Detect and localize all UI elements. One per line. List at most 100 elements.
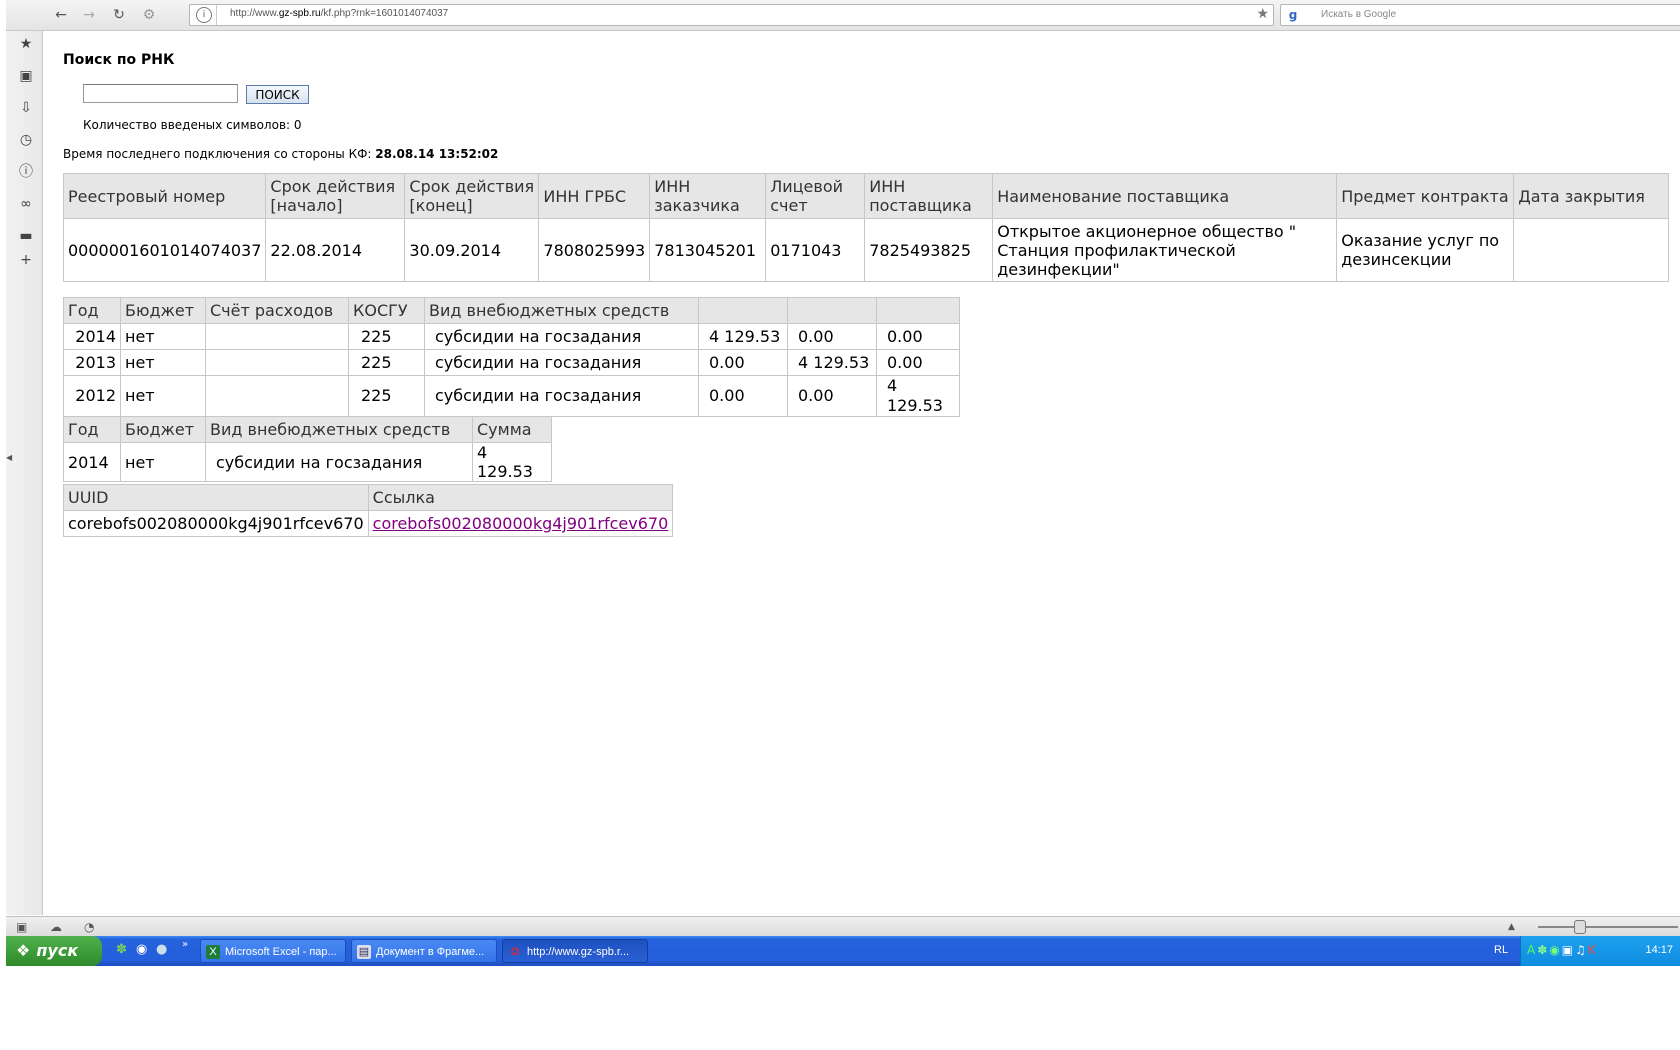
- google-icon[interactable]: g: [1285, 7, 1301, 23]
- more-quicklaunch-icon[interactable]: »: [182, 939, 188, 950]
- forward-icon[interactable]: →: [80, 6, 98, 24]
- clock[interactable]: 14:17: [1645, 944, 1673, 956]
- table-row: 0000001601014074037 22.08.2014 30.09.201…: [62, 218, 1669, 282]
- info-icon[interactable]: ⓘ: [18, 164, 34, 180]
- network-icon[interactable]: ◉: [1549, 943, 1561, 957]
- search-engine-box[interactable]: g Искать в Google: [1280, 4, 1680, 26]
- tray-icons: A✽◉▣♫K: [1527, 943, 1598, 957]
- table-header-row: Год Бюджет Счёт расходов КОСГУ Вид внебю…: [63, 297, 960, 324]
- url-domain: gz-spb.ru: [278, 8, 321, 19]
- downloads-icon[interactable]: ⇩: [18, 100, 34, 116]
- table-cell: 22.08.2014: [265, 218, 406, 282]
- volume-icon[interactable]: ♫: [1575, 943, 1588, 957]
- icq-icon[interactable]: ✽: [116, 942, 127, 957]
- header-cell: Лицевой счет: [765, 173, 866, 219]
- windows-flag-icon: ❖: [16, 941, 31, 960]
- table-cell: 4 129.53: [787, 349, 877, 376]
- header-cell: [876, 297, 960, 324]
- header-cell: ИНН ГРБС: [538, 173, 651, 219]
- add-panel-icon[interactable]: +: [18, 252, 34, 268]
- table-cell: 7825493825: [864, 218, 994, 282]
- header-cell: ИНН поставщика: [864, 173, 994, 219]
- header-cell: Вид внебюджетных средств: [205, 416, 473, 443]
- notes-icon[interactable]: ▣: [18, 68, 34, 84]
- header-cell: Дата закрытия: [1513, 173, 1669, 219]
- last-connection-label: Время последнего подключения со стороны …: [63, 147, 372, 161]
- table-cell: 2012: [63, 375, 121, 417]
- search-button[interactable]: ПОИСК: [246, 85, 309, 104]
- start-button[interactable]: ❖ пуск: [6, 936, 102, 966]
- header-cell: КОСГУ: [348, 297, 425, 324]
- table-cell: 225: [348, 349, 425, 376]
- speed-dial-icon[interactable]: ◔: [84, 920, 94, 934]
- table-cell: 4 129.53: [876, 375, 960, 417]
- table-cell: 7808025993: [538, 218, 651, 282]
- header-cell: [698, 297, 788, 324]
- header-cell: Бюджет: [120, 297, 206, 324]
- kaspersky-icon[interactable]: K: [1588, 943, 1598, 957]
- table-cell: 30.09.2014: [404, 218, 540, 282]
- table-cell: субсидии на госзадания: [205, 442, 473, 482]
- reload-icon[interactable]: ↻: [110, 6, 128, 24]
- header-cell: Срок действия [начало]: [265, 173, 406, 219]
- header-cell: UUID: [63, 484, 369, 511]
- bookmark-star-icon[interactable]: ★: [1256, 6, 1269, 22]
- excel-icon: X: [206, 945, 220, 959]
- antivirus-icon[interactable]: A: [1527, 943, 1537, 957]
- zoom-slider-knob[interactable]: [1574, 920, 1586, 934]
- task-excel[interactable]: X Microsoft Excel - пар...: [200, 939, 346, 963]
- start-label: пуск: [36, 941, 79, 960]
- uuid-link[interactable]: corebofs002080000kg4j901rfcev670: [373, 514, 669, 533]
- table-cell: 0.00: [698, 375, 788, 417]
- panel-toggle-icon[interactable]: ▣: [16, 920, 27, 934]
- address-text[interactable]: http://www.gz-spb.ru/kf.php?rnk=16010140…: [230, 8, 448, 19]
- history-clock-icon[interactable]: ◷: [18, 132, 34, 148]
- document-icon: ▤: [357, 945, 371, 959]
- site-info-icon[interactable]: i: [196, 7, 212, 23]
- table-cell: нет: [120, 442, 206, 482]
- header-cell: [787, 297, 877, 324]
- table-cell: субсидии на госзадания: [424, 375, 699, 417]
- table-cell: нет: [120, 349, 206, 376]
- panel-icon[interactable]: ▬: [18, 228, 34, 244]
- rnk-search-input[interactable]: [83, 84, 238, 103]
- key-icon[interactable]: ⚙: [140, 6, 158, 24]
- collapse-arrow-icon[interactable]: ◀: [6, 453, 12, 462]
- system-tray: A✽◉▣♫K 14:17: [1520, 936, 1680, 966]
- table-cell: [205, 349, 349, 376]
- opera-icon: O: [510, 946, 520, 958]
- header-cell: Год: [63, 416, 121, 443]
- page-title: Поиск по РНК: [63, 52, 175, 68]
- table-cell: 225: [348, 375, 425, 417]
- chrome-icon[interactable]: ◉: [136, 942, 147, 957]
- url-path: /kf.php?rnk=1601014074037: [320, 8, 449, 19]
- table-cell: 4 129.53: [472, 442, 552, 482]
- task-document[interactable]: ▤ Документ в Фрагме...: [351, 939, 497, 963]
- cloud-icon[interactable]: ☁: [50, 920, 62, 934]
- back-icon[interactable]: ←: [52, 6, 70, 24]
- table-cell: субсидии на госзадания: [424, 349, 699, 376]
- table-row: 2014 нет субсидии на госзадания 4 129.53: [63, 442, 552, 482]
- table-cell: 2014: [63, 323, 121, 350]
- task-label: http://www.gz-spb.r...: [527, 946, 630, 958]
- table-cell: нет: [120, 323, 206, 350]
- up-arrow-icon[interactable]: ▲: [1508, 922, 1515, 932]
- address-bar[interactable]: i http://www.gz-spb.ru/kf.php?rnk=160101…: [189, 4, 1274, 26]
- link-icon[interactable]: ∞: [18, 196, 34, 212]
- header-cell: Сумма: [472, 416, 552, 443]
- table-cell: 0.00: [787, 323, 877, 350]
- zoom-slider-track[interactable]: [1538, 926, 1678, 928]
- table-cell: 0000001601014074037: [62, 218, 267, 282]
- bookmarks-star-icon[interactable]: ★: [18, 36, 34, 52]
- table-cell: corebofs002080000kg4j901rfcev670: [63, 510, 369, 537]
- table-cell: Открытое акционерное общество " Станция …: [992, 218, 1338, 282]
- table-header-row: Год Бюджет Вид внебюджетных средств Сумм…: [63, 416, 552, 443]
- display-icon[interactable]: ▣: [1562, 943, 1575, 957]
- language-indicator[interactable]: RL: [1494, 944, 1508, 956]
- task-opera[interactable]: Ohttp://www.gz-spb.r...: [502, 939, 648, 963]
- ie-icon[interactable]: ●: [156, 942, 167, 957]
- icq-tray-icon[interactable]: ✽: [1537, 943, 1549, 957]
- table-cell: [205, 375, 349, 417]
- header-cell: Год: [63, 297, 121, 324]
- table-cell: Оказание услуг по дезинсекции: [1336, 218, 1515, 282]
